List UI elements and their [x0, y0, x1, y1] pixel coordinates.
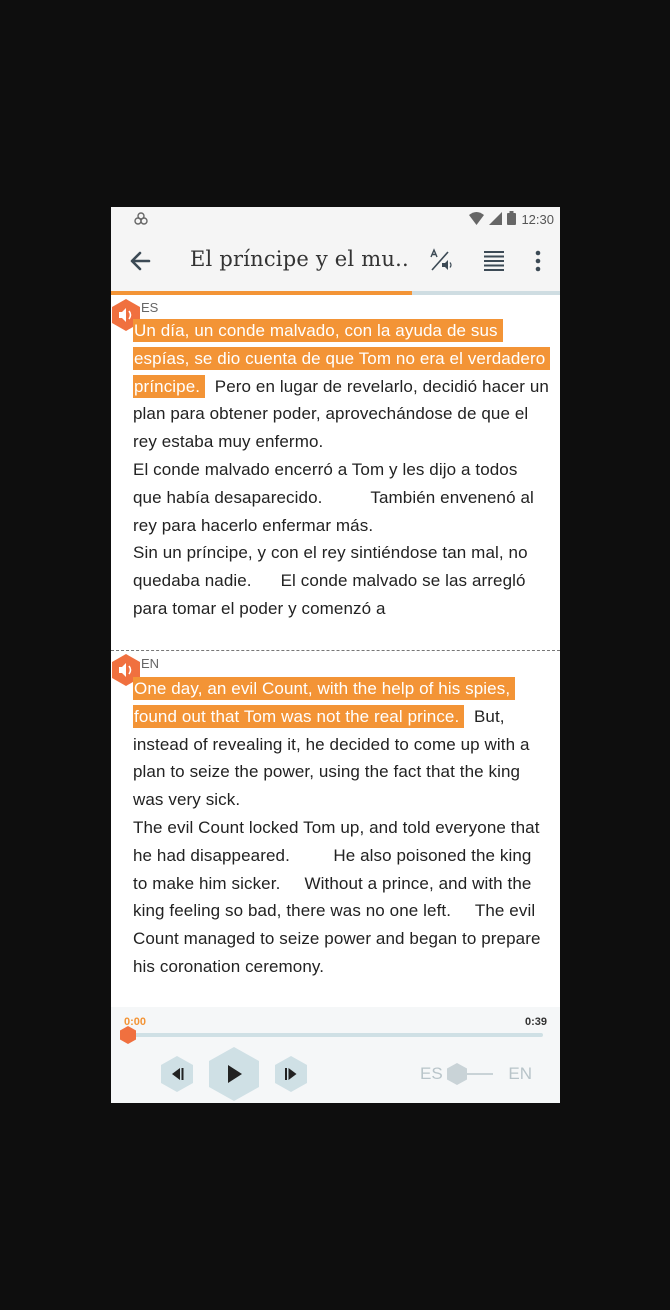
spanish-paragraph-1: Un día, un conde malvado, con la ayuda d…: [133, 317, 551, 456]
toggle-label-es: ES: [420, 1064, 443, 1083]
english-paragraph-1: One day, an evil Count, with the help of…: [133, 675, 550, 814]
more-options-button[interactable]: [525, 248, 551, 274]
spanish-paragraphs: Un día, un conde malvado, con la ayuda d…: [133, 317, 551, 623]
pane-divider[interactable]: [111, 650, 560, 651]
text-layout-button[interactable]: [481, 248, 507, 274]
translate-audio-icon: [428, 248, 454, 278]
audio-player: 0:00 0:39 ES EN: [111, 1007, 560, 1103]
page-title: El príncipe y el mu...: [190, 247, 410, 271]
seek-bar[interactable]: [128, 1033, 543, 1037]
lang-code-es: ES: [141, 300, 159, 315]
english-paragraph-2: The evil Count locked Tom up, and told e…: [133, 814, 550, 981]
wifi-icon: [469, 211, 485, 228]
lang-code-en: EN: [141, 656, 160, 671]
spanish-paragraph-2: El conde malvado encerró a Tom y les dij…: [133, 456, 550, 539]
back-arrow-icon: [127, 251, 155, 279]
english-paragraphs: One day, an evil Count, with the help of…: [133, 675, 550, 981]
status-bar: 12:30: [111, 207, 560, 231]
spanish-paragraph-3: Sin un príncipe, y con el rey sintiéndos…: [133, 539, 550, 622]
toolbar: El príncipe y el mu...: [111, 231, 560, 291]
more-vert-icon: [525, 250, 551, 278]
signal-icon: [489, 211, 503, 228]
toggle-knob[interactable]: [447, 1063, 467, 1085]
notification-icon: [133, 211, 149, 230]
back-button[interactable]: [127, 247, 155, 275]
app-screen: 12:30 El príncipe y el mu... ES Un día, …: [111, 207, 560, 1103]
language-toggle[interactable]: ES EN: [420, 1063, 532, 1085]
spanish-text-pane: ES Un día, un conde malvado, con la ayud…: [111, 295, 560, 650]
status-time: 12:30: [521, 212, 554, 227]
toggle-label-en: EN: [508, 1064, 532, 1083]
english-text-pane: EN One day, an evil Count, with the help…: [111, 653, 560, 1003]
previous-sentence-button[interactable]: [159, 1055, 195, 1098]
next-sentence-button[interactable]: [273, 1055, 309, 1098]
translate-audio-button[interactable]: [428, 248, 454, 274]
play-icon: [208, 1047, 260, 1103]
seek-thumb[interactable]: [120, 1026, 136, 1044]
total-time: 0:39: [524, 1016, 547, 1028]
highlighted-sentence-en[interactable]: One day, an evil Count, with the help of…: [133, 677, 516, 728]
next-sentence-icon: [273, 1056, 309, 1097]
text-align-icon: [481, 251, 507, 278]
play-button[interactable]: [208, 1046, 260, 1103]
battery-icon: [507, 211, 517, 228]
previous-sentence-icon: [159, 1056, 195, 1097]
